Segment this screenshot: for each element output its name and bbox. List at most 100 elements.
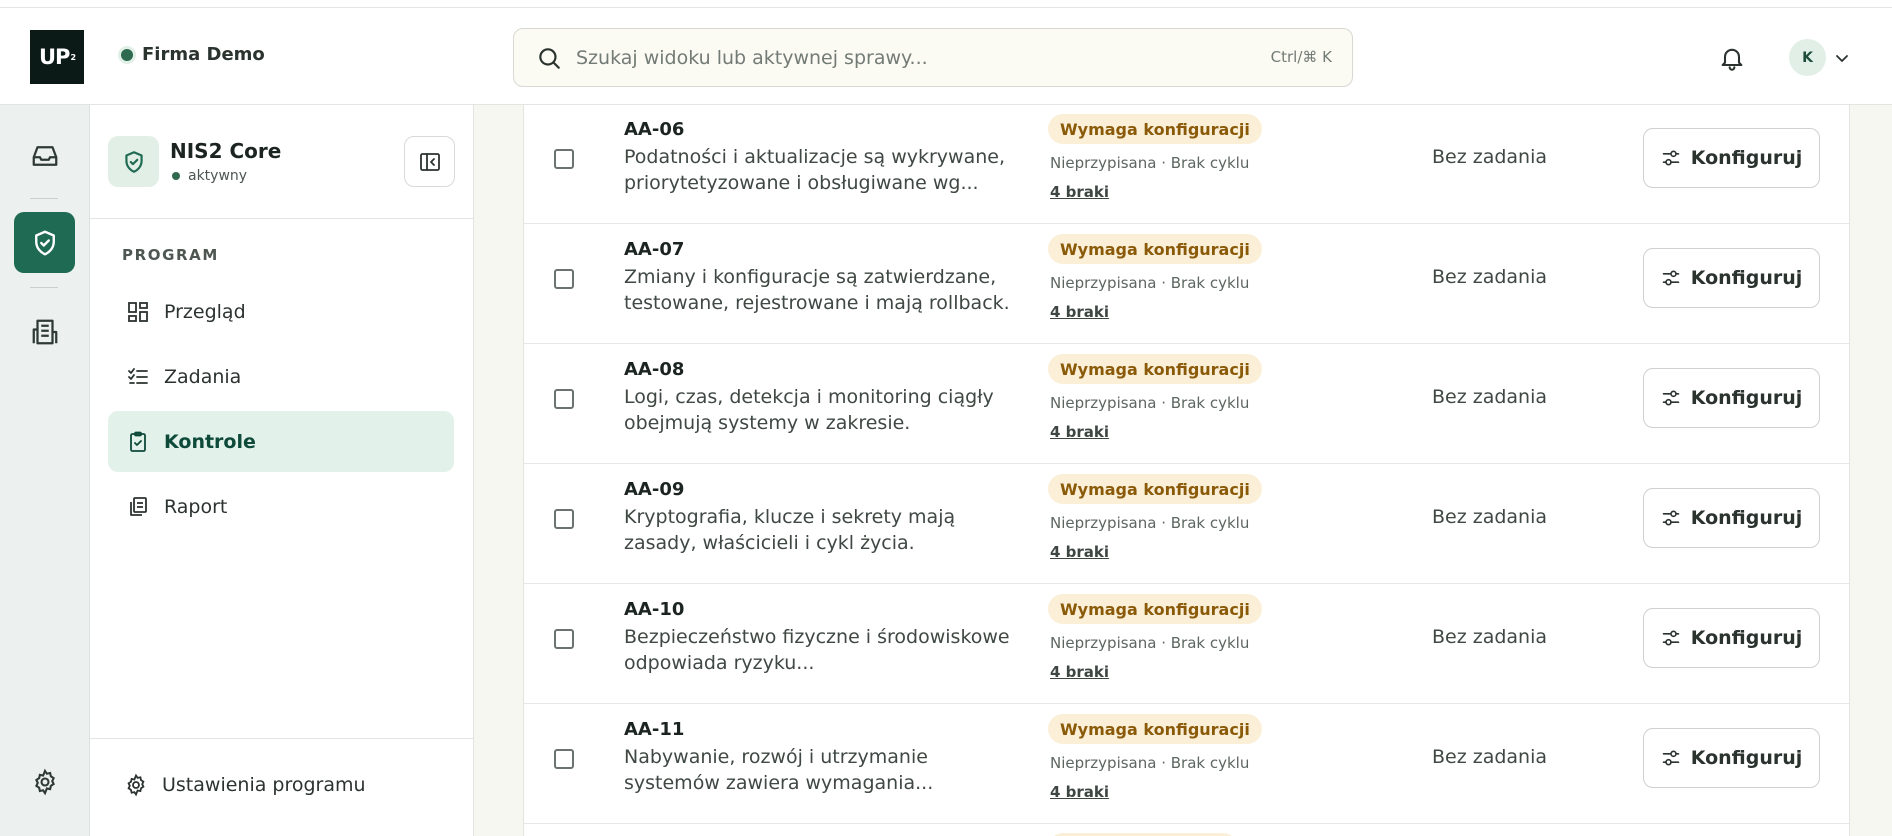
sliders-icon (1662, 150, 1679, 166)
sliders-icon (1662, 750, 1679, 766)
program-icon (108, 136, 159, 187)
top-border (0, 0, 1892, 8)
sidebar-collapse-icon (419, 152, 440, 171)
org-status-dot (121, 48, 133, 61)
nav-item-zadania[interactable]: Zadania (108, 346, 454, 407)
inbox-icon (32, 145, 57, 166)
row-checkbox[interactable] (554, 749, 574, 769)
configure-button[interactable]: Konfiguruj (1643, 368, 1820, 428)
gaps-link[interactable]: 4 braki (1050, 543, 1109, 561)
task-status: Bez zadania (1432, 506, 1548, 528)
nav-item-przeglad[interactable]: Przegląd (108, 281, 454, 342)
table-row[interactable]: AA-10 Bezpieczeństwo fizyczne i środowisk… (524, 584, 1849, 704)
shield-check-icon (124, 150, 143, 173)
gaps-link[interactable]: 4 braki (1050, 183, 1109, 201)
program-header: NIS2 Core aktywny (90, 105, 474, 219)
collapse-sidebar-button[interactable] (404, 136, 455, 187)
status-badge: Wymaga konfiguracji (1048, 714, 1262, 744)
copy-report-icon (130, 496, 147, 516)
nav-item-label: Zadania (164, 365, 242, 388)
configure-button[interactable]: Konfiguruj (1643, 248, 1820, 308)
org-name: Firma Demo (142, 44, 265, 65)
configure-button-label: Konfiguruj (1690, 267, 1803, 289)
control-code: AA-10 (624, 599, 685, 620)
configure-button-label: Konfiguruj (1690, 147, 1803, 169)
control-meta: Nieprzypisana · Brak cyklu (1050, 754, 1250, 772)
status-badge: Wymaga konfiguracji (1048, 354, 1262, 384)
section-label: PROGRAM (122, 246, 219, 264)
configure-button[interactable]: Konfiguruj (1643, 128, 1820, 188)
main-content: AA-06 Podatności i aktualizacje są wykryw… (474, 105, 1892, 836)
program-status: aktywny (172, 168, 247, 184)
bell-icon[interactable] (1718, 44, 1746, 72)
control-meta: Nieprzypisana · Brak cyklu (1050, 514, 1250, 532)
search-bar[interactable]: Ctrl/⌘ K (513, 28, 1353, 87)
configure-button-label: Konfiguruj (1690, 507, 1803, 529)
search-input[interactable] (576, 46, 1236, 69)
table-row[interactable]: AA-08 Logi, czas, detekcja i monitoring c… (524, 344, 1849, 464)
sliders-icon (1662, 270, 1679, 286)
control-code: AA-09 (624, 479, 685, 500)
control-code: AA-06 (624, 119, 685, 140)
row-checkbox[interactable] (554, 509, 574, 529)
control-description: Kryptografia, klucze i sekrety mają zasa… (624, 506, 956, 554)
status-badge: Wymaga konfiguracji (1048, 474, 1262, 504)
control-description: Nabywanie, rozwój i utrzymanie systemów … (624, 746, 934, 794)
sliders-icon (1662, 630, 1679, 646)
row-checkbox[interactable] (554, 629, 574, 649)
gaps-link[interactable]: 4 braki (1050, 663, 1109, 681)
configure-button-label: Konfiguruj (1690, 747, 1803, 769)
app-header: UP2 Firma Demo Ctrl/⌘ K K (0, 8, 1892, 105)
configure-button[interactable]: Konfiguruj (1643, 728, 1820, 788)
org-switcher[interactable]: Firma Demo (121, 44, 265, 65)
control-code: AA-07 (624, 239, 685, 260)
program-status-label: aktywny (188, 168, 248, 184)
gear-icon (127, 773, 145, 797)
program-settings-link[interactable]: Ustawienia programu (124, 773, 366, 797)
shield-check-icon (34, 230, 55, 255)
rail-settings[interactable] (14, 751, 75, 812)
status-badge: Wymaga konfiguracji (1048, 114, 1262, 144)
row-checkbox[interactable] (554, 269, 574, 289)
table-row[interactable]: AA-06 Podatności i aktualizacje są wykryw… (524, 105, 1849, 224)
gear-icon (34, 768, 55, 795)
table-row[interactable]: AA-11 Nabywanie, rozwój i utrzymanie syst… (524, 704, 1849, 824)
chevron-down-icon[interactable] (1834, 50, 1850, 66)
status-badge: Wymaga konfiguracji (1048, 234, 1262, 264)
control-description: Logi, czas, detekcja i monitoring ciągły… (624, 386, 994, 434)
user-avatar[interactable]: K (1789, 39, 1826, 76)
sliders-icon (1662, 510, 1679, 526)
configure-button-label: Konfiguruj (1690, 387, 1803, 409)
rail-programs[interactable] (14, 212, 75, 273)
task-status: Bez zadania (1432, 626, 1548, 648)
control-code: AA-08 (624, 359, 685, 380)
control-code: AA-11 (624, 719, 685, 740)
nav-item-raport[interactable]: Raport (108, 476, 454, 537)
control-description: Bezpieczeństwo fizyczne i środowiskowe o… (624, 626, 1010, 674)
app-logo[interactable]: UP 2 (30, 30, 84, 84)
program-sidebar: NIS2 Core aktywny PROGRAM Przegląd Zadan… (90, 105, 474, 836)
rail-divider (30, 287, 58, 288)
gaps-link[interactable]: 4 braki (1050, 423, 1109, 441)
gaps-link[interactable]: 4 braki (1050, 303, 1109, 321)
controls-table: AA-06 Podatności i aktualizacje są wykryw… (523, 105, 1850, 836)
control-description: Podatności i aktualizacje są wykrywane, … (624, 146, 1005, 194)
rail-inbox[interactable] (14, 125, 75, 186)
gaps-link[interactable]: 4 braki (1050, 783, 1109, 801)
checklist-icon (128, 367, 148, 384)
table-row[interactable]: AA-07 Zmiany i konfiguracje są zatwierdza… (524, 224, 1849, 344)
icon-rail (0, 105, 90, 836)
building-icon (32, 319, 57, 344)
configure-button[interactable]: Konfiguruj (1643, 488, 1820, 548)
nav-item-label: Kontrole (164, 430, 256, 453)
table-row[interactable]: AA-09 Kryptografia, klucze i sekrety mają… (524, 464, 1849, 584)
settings-label: Ustawienia programu (162, 774, 366, 796)
row-checkbox[interactable] (554, 149, 574, 169)
clipboard-check-icon (130, 431, 146, 452)
nav-item-kontrole[interactable]: Kontrole (108, 411, 454, 472)
dashboard-icon (128, 301, 148, 322)
row-checkbox[interactable] (554, 389, 574, 409)
rail-organization[interactable] (14, 301, 75, 362)
status-dot (172, 172, 180, 180)
configure-button[interactable]: Konfiguruj (1643, 608, 1820, 668)
